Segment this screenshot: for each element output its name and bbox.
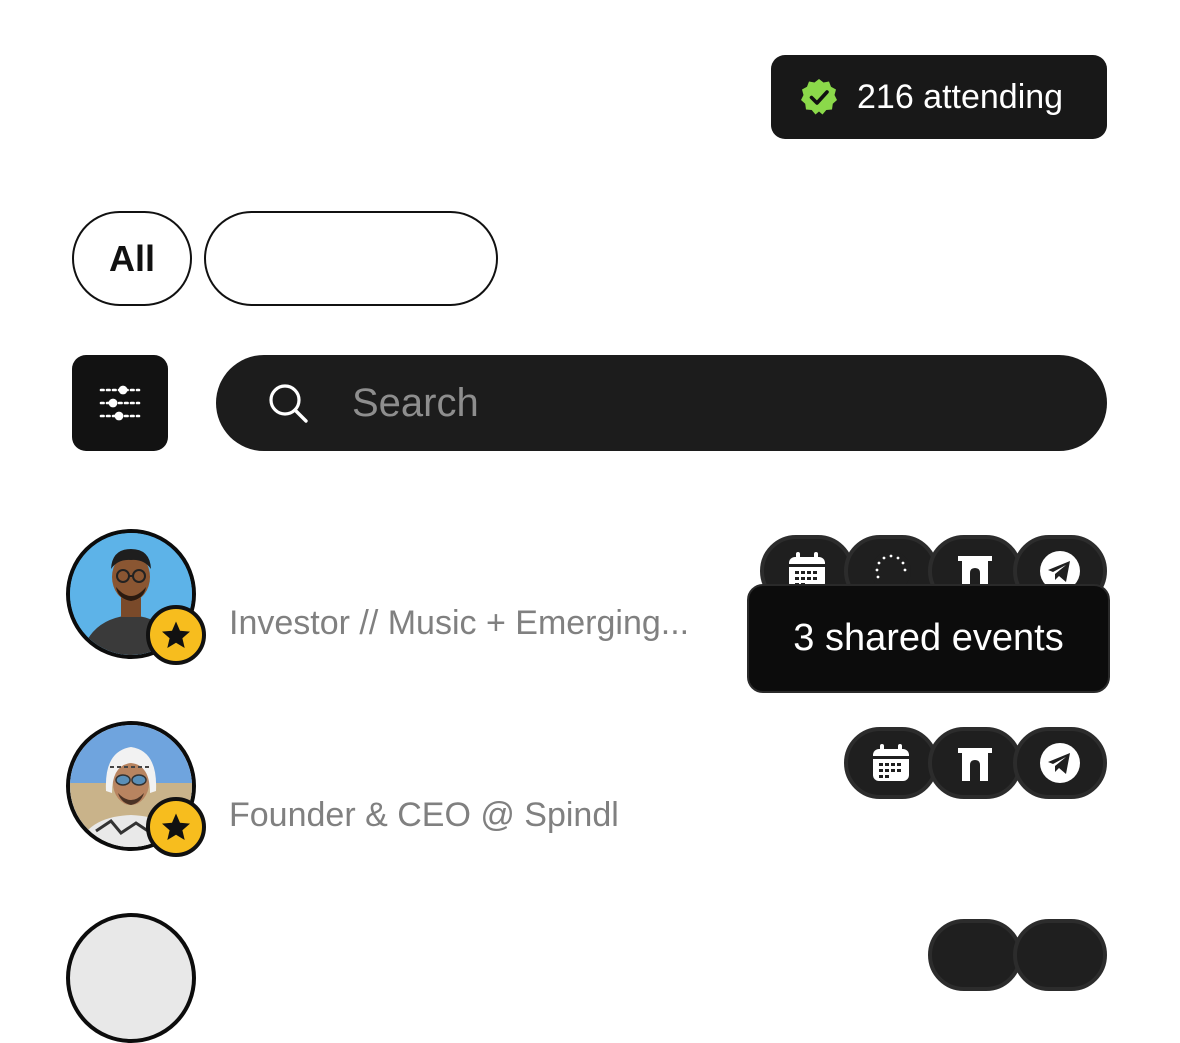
shared-event-chip[interactable]: [928, 919, 1022, 991]
tooltip-text: 3 shared events: [793, 617, 1064, 659]
verified-icon: [799, 77, 839, 117]
filter-second-pill[interactable]: [204, 211, 498, 306]
star-icon: [160, 619, 192, 651]
attendee-subtitle: Investor // Music + Emerging...: [229, 604, 690, 642]
shared-event-chip[interactable]: [1013, 919, 1107, 991]
search-input[interactable]: [350, 379, 1054, 427]
calendar-icon: [871, 743, 911, 783]
shared-event-chip[interactable]: [844, 727, 938, 799]
shared-events-tooltip: 3 shared events: [747, 584, 1110, 693]
sliders-icon: [99, 382, 141, 424]
filter-all-pill[interactable]: All: [72, 211, 192, 306]
filter-settings-button[interactable]: [72, 355, 168, 451]
attendee-avatar-wrapper[interactable]: [66, 529, 216, 669]
star-icon: [160, 811, 192, 843]
shared-event-chip[interactable]: [1013, 727, 1107, 799]
search-icon: [266, 381, 310, 425]
avatar[interactable]: [66, 913, 196, 1043]
arch-icon: [955, 743, 995, 783]
attending-count: 216 attending: [857, 77, 1064, 116]
filter-all-label: All: [108, 237, 155, 279]
search-bar[interactable]: [216, 355, 1107, 451]
telegram-icon: [1038, 741, 1082, 785]
shared-event-chip[interactable]: [928, 727, 1022, 799]
featured-star-badge: [146, 605, 206, 665]
attending-badge[interactable]: 216 attending: [771, 55, 1107, 139]
featured-star-badge: [146, 797, 206, 857]
attendee-subtitle: Founder & CEO @ Spindl: [229, 796, 619, 834]
attendee-avatar-wrapper[interactable]: [66, 721, 216, 861]
